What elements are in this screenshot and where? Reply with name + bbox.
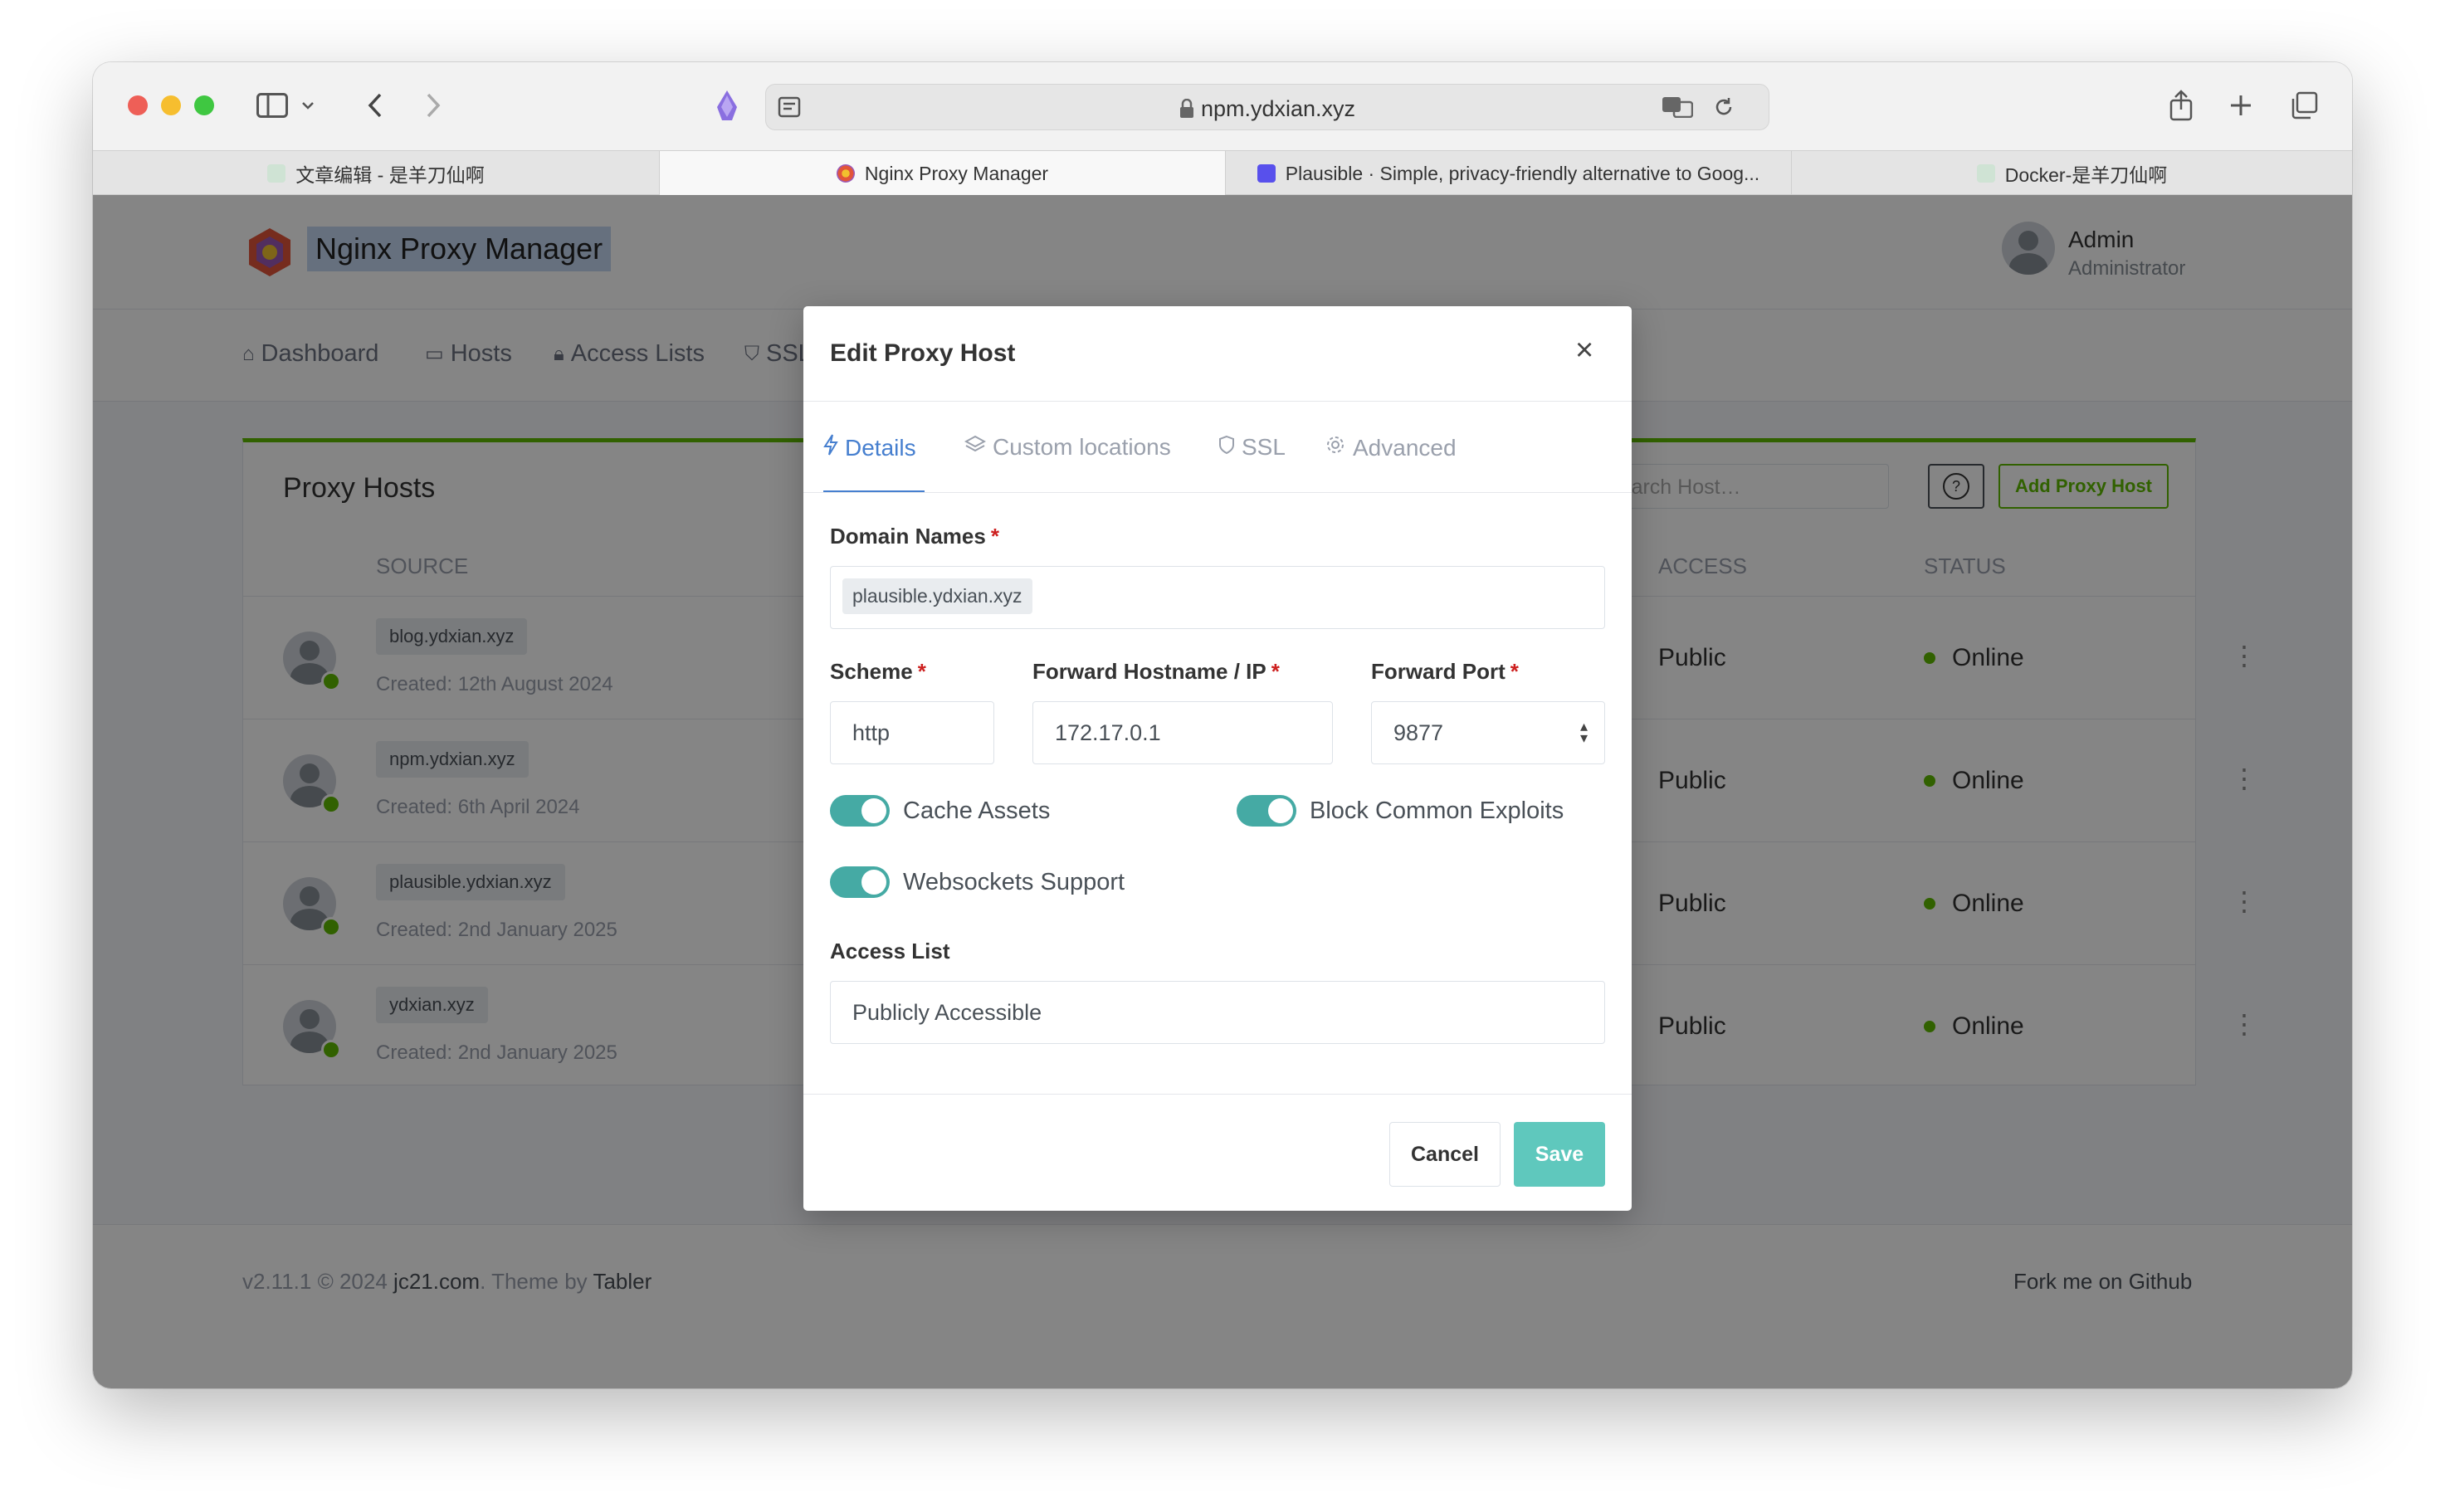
forward-hostname-label: Forward Hostname / IP * [1032,659,1280,685]
tab-title: Nginx Proxy Manager [864,162,1049,184]
port-value: 9877 [1393,720,1444,745]
required-mark: * [990,524,999,549]
domain-names-input[interactable]: plausible.ydxian.xyz [830,566,1605,629]
forward-port-label: Forward Port * [1371,659,1519,685]
back-icon[interactable] [355,85,395,125]
save-button[interactable]: Save [1514,1122,1605,1187]
tab-wenzhang[interactable]: 文章编辑 - 是羊刀仙啊 [93,151,659,196]
label-text: Domain Names [830,524,986,549]
tab-label: Custom locations [993,434,1171,460]
page-content: Nginx Proxy Manager Admin Administrator … [93,195,2352,1388]
tab-details[interactable]: Details [823,434,916,461]
tab-title: Docker-是羊刀仙啊 [2004,164,2168,186]
required-mark: * [1271,659,1280,684]
tab-nginx-proxy-manager[interactable]: Nginx Proxy Manager [659,151,1225,196]
tab-label: Details [845,434,916,461]
bolt-icon [823,434,838,461]
cancel-button[interactable]: Cancel [1389,1122,1501,1187]
required-mark: * [1510,659,1519,684]
tab-label: SSL [1242,434,1286,460]
share-icon[interactable] [2161,85,2201,125]
close-icon[interactable]: × [1575,333,1593,368]
forward-port-input[interactable]: 9877 ▴ ▾ [1371,701,1605,764]
cache-assets-label: Cache Assets [903,797,1051,824]
shield-icon [1218,434,1235,461]
divider [803,401,1632,402]
sidebar-toggle-icon[interactable] [252,85,292,125]
reload-icon[interactable] [1704,87,1744,127]
tab-strip: 文章编辑 - 是羊刀仙啊 × Nginx Proxy Manager Plaus… [93,150,2352,196]
address-bar[interactable]: npm.ydxian.xyz [765,84,1769,130]
minimize-window-button[interactable] [161,95,181,115]
access-list-value: Publicly Accessible [852,1000,1042,1025]
scheme-label: Scheme * [830,659,926,685]
gear-icon [1325,434,1346,461]
access-list-label: Access List [830,939,950,963]
websockets-toggle[interactable] [830,866,890,898]
translate-icon[interactable] [1657,87,1697,127]
access-list-select[interactable]: Publicly Accessible [830,981,1605,1044]
tab-advanced[interactable]: Advanced [1325,434,1457,461]
site-favicon-icon [267,164,286,183]
domain-names-label: Domain Names * [830,524,999,549]
block-exploits-label: Block Common Exploits [1310,797,1564,824]
forward-hostname-input[interactable]: 172.17.0.1 [1032,701,1333,764]
label-text: Scheme [830,659,913,684]
block-exploits-toggle[interactable] [1237,795,1296,827]
new-tab-icon[interactable] [2221,85,2261,125]
scheme-select[interactable]: http [830,701,994,764]
tab-title: Plausible · Simple, privacy-friendly alt… [1285,162,1760,184]
site-favicon-icon [1976,164,1995,183]
npm-favicon-icon [836,164,855,183]
required-mark: * [917,659,926,684]
port-stepper-icon[interactable]: ▴ ▾ [1580,719,1588,745]
browser-toolbar: npm.ydxian.xyz [93,62,2352,150]
tab-title: 文章编辑 - 是羊刀仙啊 [295,164,485,186]
extension-icon[interactable] [707,85,747,125]
scheme-value: http [852,720,891,745]
websockets-label: Websockets Support [903,869,1125,895]
url-text: npm.ydxian.xyz [766,96,1769,124]
tab-docker[interactable]: Docker-是羊刀仙啊 [1791,151,2352,196]
url-value: npm.ydxian.xyz [1200,96,1356,121]
tab-custom-locations[interactable]: Custom locations [964,434,1171,461]
divider [803,492,1632,493]
label-text: Forward Port [1371,659,1506,684]
tab-ssl[interactable]: SSL [1218,434,1286,461]
plausible-favicon-icon [1257,164,1276,183]
lock-icon [1179,98,1194,124]
edit-proxy-host-modal: Edit Proxy Host × Details Custom locatio… [803,306,1632,1211]
tab-label: Advanced [1353,434,1457,461]
divider [803,1094,1632,1095]
browser-window: npm.ydxian.xyz 文章编辑 - 是羊刀仙啊 × Nginx [93,62,2352,1388]
label-text: Forward Hostname / IP [1032,659,1266,684]
tab-plausible[interactable]: Plausible · Simple, privacy-friendly alt… [1225,151,1791,196]
modal-title: Edit Proxy Host [830,339,1016,367]
forward-icon[interactable] [413,85,453,125]
zoom-window-button[interactable] [194,95,214,115]
hostname-value: 172.17.0.1 [1055,720,1161,745]
cache-assets-toggle[interactable] [830,795,890,827]
layers-icon [964,434,987,461]
tab-overview-icon[interactable] [2284,85,2324,125]
close-window-button[interactable] [128,95,148,115]
chevron-down-icon[interactable] [295,85,320,125]
domain-chip[interactable]: plausible.ydxian.xyz [842,578,1032,614]
